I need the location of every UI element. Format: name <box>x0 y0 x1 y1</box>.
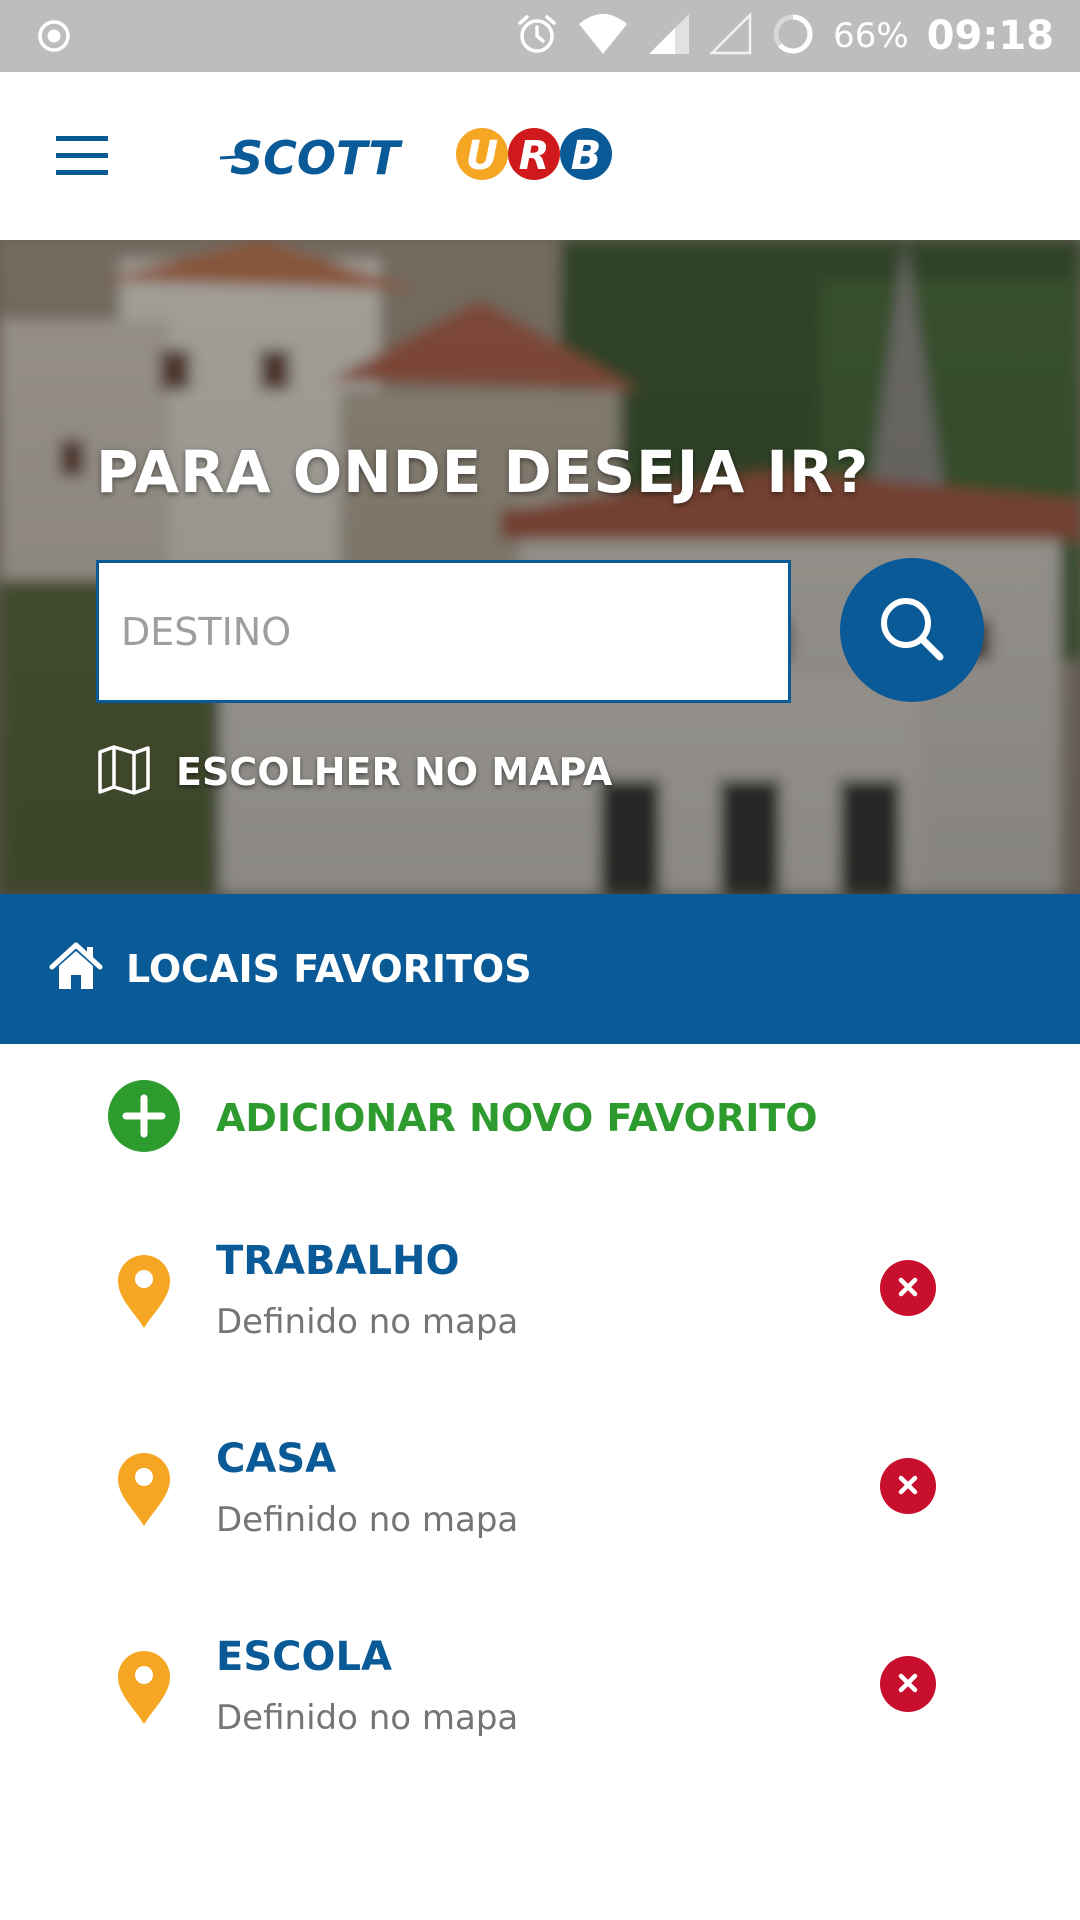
remove-favorite-button[interactable] <box>880 1458 936 1514</box>
map-icon <box>96 742 152 803</box>
page-title: PARA ONDE DESEJA IR? <box>96 438 870 506</box>
close-icon <box>896 1671 920 1698</box>
battery-percent: 66% <box>833 16 909 56</box>
favorites-header: LOCAIS FAVORITOS <box>0 894 1080 1044</box>
favorite-title: CASA <box>216 1436 337 1482</box>
svg-text:R: R <box>519 133 550 179</box>
choose-on-map-label: ESCOLHER NO MAPA <box>176 750 613 794</box>
search-button[interactable] <box>840 558 984 702</box>
close-icon <box>896 1473 920 1500</box>
search-icon <box>872 589 952 672</box>
favorites-header-label: LOCAIS FAVORITOS <box>126 947 532 991</box>
favorite-item[interactable]: ESCOLA Definido no mapa <box>0 1630 1080 1780</box>
alarm-icon <box>515 12 559 61</box>
clock: 09:18 <box>926 13 1054 59</box>
favorite-item[interactable]: TRABALHO Definido no mapa <box>0 1234 1080 1384</box>
signal-empty-icon <box>709 11 753 61</box>
scotturb-logo: SCOTT U R B <box>214 116 624 201</box>
favorite-title: ESCOLA <box>216 1634 392 1680</box>
hero-section: PARA ONDE DESEJA IR? ESCOLHER NO MAPA <box>0 240 1080 894</box>
home-icon <box>48 939 104 1000</box>
favorite-subtitle: Definido no mapa <box>216 1500 519 1540</box>
favorite-subtitle: Definido no mapa <box>216 1698 519 1738</box>
svg-text:B: B <box>571 133 602 179</box>
wifi-icon <box>577 12 629 61</box>
add-favorite-button[interactable]: ADICIONAR NOVO FAVORITO <box>108 1079 818 1157</box>
svg-text:U: U <box>466 133 498 179</box>
favorite-title: TRABALHO <box>216 1238 460 1284</box>
remove-favorite-button[interactable] <box>880 1260 936 1316</box>
close-icon <box>896 1275 920 1302</box>
logo-text: SCOTT <box>230 131 403 185</box>
choose-on-map-button[interactable]: ESCOLHER NO MAPA <box>96 742 612 802</box>
favorite-item[interactable]: CASA Definido no mapa <box>0 1432 1080 1582</box>
add-favorite-label: ADICIONAR NOVO FAVORITO <box>216 1096 818 1140</box>
hamburger-menu-icon[interactable] <box>50 124 114 188</box>
location-pin-icon <box>116 1452 172 1533</box>
app-bar: SCOTT U R B <box>0 72 1080 240</box>
add-circle-icon <box>108 1079 180 1157</box>
remove-favorite-button[interactable] <box>880 1656 936 1712</box>
battery-icon <box>771 12 815 61</box>
signal-icon <box>647 12 691 61</box>
favorite-subtitle: Definido no mapa <box>216 1302 519 1342</box>
destination-input[interactable] <box>96 560 791 703</box>
location-pin-icon <box>116 1650 172 1731</box>
status-bar: 66% 09:18 <box>0 0 1080 72</box>
record-icon <box>36 18 72 59</box>
location-pin-icon <box>116 1254 172 1335</box>
